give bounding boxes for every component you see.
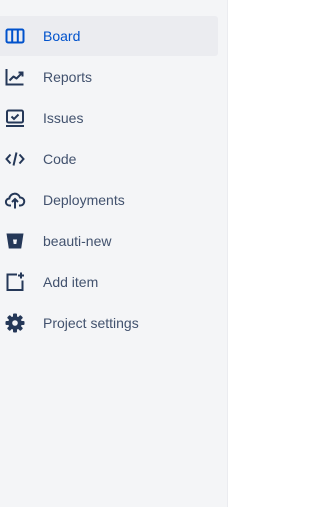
- sidebar-item-label: Board: [43, 28, 81, 44]
- sidebar-nav: Board Reports Issues Code Deployments be…: [0, 16, 218, 343]
- board-icon: [4, 25, 26, 47]
- deployments-icon: [4, 189, 26, 211]
- bitbucket-repo-icon: [4, 230, 26, 252]
- sidebar-item-add-item[interactable]: Add item: [0, 262, 218, 302]
- sidebar-item-board[interactable]: Board: [0, 16, 218, 56]
- sidebar-item-label: Deployments: [43, 192, 125, 208]
- sidebar-item-label: Add item: [43, 274, 99, 290]
- sidebar-item-deployments[interactable]: Deployments: [0, 180, 218, 220]
- sidebar-item-label: Issues: [43, 110, 84, 126]
- project-sidebar: Board Reports Issues Code Deployments be…: [0, 0, 227, 507]
- sidebar-item-label: Project settings: [43, 315, 139, 331]
- issues-icon: [4, 107, 26, 129]
- sidebar-divider: [227, 0, 228, 507]
- code-icon: [4, 148, 26, 170]
- sidebar-item-code[interactable]: Code: [0, 139, 218, 179]
- sidebar-item-project-settings[interactable]: Project settings: [0, 303, 218, 343]
- sidebar-item-label: Reports: [43, 69, 93, 85]
- add-item-icon: [4, 271, 26, 293]
- sidebar-item-label: beauti-new: [43, 233, 112, 249]
- sidebar-item-issues[interactable]: Issues: [0, 98, 218, 138]
- gear-icon: [4, 312, 26, 334]
- sidebar-item-label: Code: [43, 151, 77, 167]
- sidebar-item-reports[interactable]: Reports: [0, 57, 218, 97]
- sidebar-item-beauti-new[interactable]: beauti-new: [0, 221, 218, 261]
- reports-icon: [4, 66, 26, 88]
